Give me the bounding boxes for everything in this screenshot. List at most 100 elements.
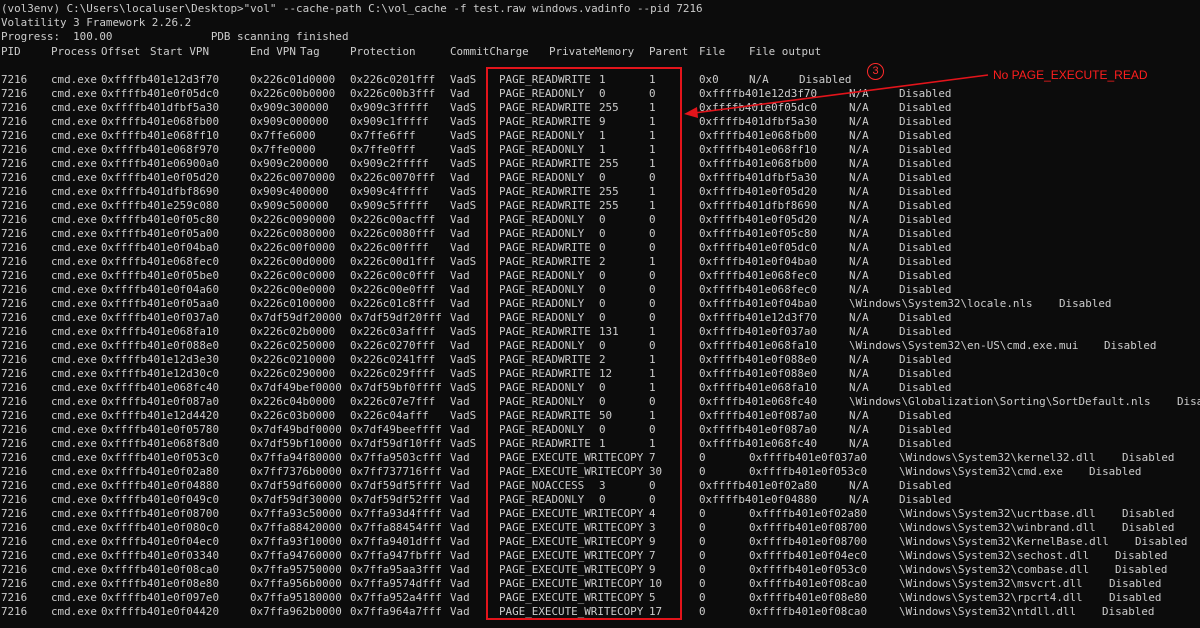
cell-process: cmd.exe bbox=[51, 325, 97, 338]
cell-start-vpn: 0x7df59df30000 bbox=[250, 493, 342, 506]
cell-process: cmd.exe bbox=[51, 423, 97, 436]
cell-end-vpn: 0x226c029ffff bbox=[350, 367, 436, 380]
cell-offset: 0xffffb401dfbf5a30 bbox=[101, 101, 220, 114]
cell-parent: 0xffffb401e0f05dc0 bbox=[699, 241, 818, 254]
cell-file: N/A bbox=[849, 185, 869, 198]
cell-tag: Vad bbox=[450, 591, 470, 604]
cell-private-memory: 0 bbox=[699, 549, 706, 562]
cell-end-vpn: 0x7df59df10fff bbox=[350, 437, 442, 450]
cell-file-output: Disabled bbox=[899, 241, 952, 254]
cell-offset: 0xffffb401e0f05aa0 bbox=[101, 297, 220, 310]
cell-pid: 7216 bbox=[1, 451, 28, 464]
cell-pid: 7216 bbox=[1, 157, 28, 170]
cell-offset: 0xffffb401e0f049c0 bbox=[101, 493, 220, 506]
cell-private-memory: 0 bbox=[699, 591, 706, 604]
cell-file-output: Disabled bbox=[899, 213, 952, 226]
cell-file-output: Disabled bbox=[899, 479, 952, 492]
cell-process: cmd.exe bbox=[51, 563, 97, 576]
cell-process: cmd.exe bbox=[51, 577, 97, 590]
cell-start-vpn: 0x909c500000 bbox=[250, 199, 329, 212]
cell-end-vpn: 0x7df59df20fff bbox=[350, 311, 442, 324]
cell-offset: 0xffffb401e0f04ba0 bbox=[101, 241, 220, 254]
cell-end-vpn: 0x226c01c8fff bbox=[350, 297, 436, 310]
cell-parent: 0xffffb401e0f08ca0 bbox=[749, 605, 868, 618]
cell-tag: VadS bbox=[450, 73, 477, 86]
cell-parent: 0xffffb401dfbf8690 bbox=[699, 199, 818, 212]
cell-parent: 0xffffb401e0f04ba0 bbox=[699, 255, 818, 268]
cell-parent: 0xffffb401e0f08ca0 bbox=[749, 577, 868, 590]
cell-end-vpn: 0x226c0201fff bbox=[350, 73, 436, 86]
cell-tag: VadS bbox=[450, 143, 477, 156]
cell-end-vpn: 0x226c00d1fff bbox=[350, 255, 436, 268]
cell-file: N/A bbox=[849, 353, 869, 366]
cell-offset: 0xffffb401e12d3f70 bbox=[101, 73, 220, 86]
cell-pid: 7216 bbox=[1, 143, 28, 156]
cell-pid: 7216 bbox=[1, 395, 28, 408]
cell-file-output: Disabled bbox=[1104, 339, 1157, 352]
cell-tag: Vad bbox=[450, 577, 470, 590]
cell-offset: 0xffffb401e12d3e30 bbox=[101, 353, 220, 366]
cell-parent: 0xffffb401e0f053c0 bbox=[749, 465, 868, 478]
cell-end-vpn: 0x909c5fffff bbox=[350, 199, 429, 212]
cell-file-output: Disabled bbox=[1109, 591, 1162, 604]
header-tag: Tag bbox=[300, 45, 320, 58]
cell-private-memory: 0 bbox=[699, 465, 706, 478]
cell-file-output: Disabled bbox=[899, 115, 952, 128]
cell-file: \Windows\System32\KernelBase.dll bbox=[899, 535, 1109, 548]
cell-tag: Vad bbox=[450, 311, 470, 324]
cell-file: N/A bbox=[849, 311, 869, 324]
cell-pid: 7216 bbox=[1, 283, 28, 296]
cell-start-vpn: 0x7ffa956b0000 bbox=[250, 577, 342, 590]
cell-file-output: Disabled bbox=[899, 325, 952, 338]
cell-file-output: Disabled bbox=[1089, 465, 1142, 478]
cell-parent: 0xffffb401e0f037a0 bbox=[699, 325, 818, 338]
cell-offset: 0xffffb401e068fec0 bbox=[101, 255, 220, 268]
cell-parent: 0xffffb401e12d3f70 bbox=[699, 311, 818, 324]
cell-file-output: Disabled bbox=[899, 185, 952, 198]
header-private-memory: PrivateMemory bbox=[549, 45, 635, 58]
cell-file-output: Disabled bbox=[899, 157, 952, 170]
cell-tag: VadS bbox=[450, 367, 477, 380]
header-process: Process bbox=[51, 45, 97, 58]
header-commit-charge: CommitCharge bbox=[450, 45, 529, 58]
cell-end-vpn: 0x226c00c0fff bbox=[350, 269, 436, 282]
cell-process: cmd.exe bbox=[51, 381, 97, 394]
cell-end-vpn: 0x7ffe6fff bbox=[350, 129, 416, 142]
cell-parent: 0xffffb401e0f087a0 bbox=[699, 409, 818, 422]
cell-parent: 0xffffb401e068fec0 bbox=[699, 283, 818, 296]
cell-offset: 0xffffb401e0f097e0 bbox=[101, 591, 220, 604]
cell-end-vpn: 0x226c00b3fff bbox=[350, 87, 436, 100]
cell-process: cmd.exe bbox=[51, 339, 97, 352]
cell-offset: 0xffffb401e0f04420 bbox=[101, 605, 220, 618]
cell-tag: VadS bbox=[450, 381, 477, 394]
cell-parent: 0xffffb401e068fb00 bbox=[699, 157, 818, 170]
cell-end-vpn: 0x226c07e7fff bbox=[350, 395, 436, 408]
cell-file-output: Disabled bbox=[1135, 535, 1188, 548]
cell-parent: 0xffffb401e0f02a80 bbox=[699, 479, 818, 492]
cell-tag: VadS bbox=[450, 185, 477, 198]
cell-pid: 7216 bbox=[1, 465, 28, 478]
cell-parent: 0xffffb401e0f05dc0 bbox=[699, 101, 818, 114]
cell-process: cmd.exe bbox=[51, 199, 97, 212]
cell-end-vpn: 0x7ffa9574dfff bbox=[350, 577, 442, 590]
cell-end-vpn: 0x7ffa93d4ffff bbox=[350, 507, 442, 520]
cell-end-vpn: 0x226c0241fff bbox=[350, 353, 436, 366]
cell-tag: Vad bbox=[450, 213, 470, 226]
cell-offset: 0xffffb401e068fc40 bbox=[101, 381, 220, 394]
cell-file-output: Disabled bbox=[899, 255, 952, 268]
cell-start-vpn: 0x226c00f0000 bbox=[250, 241, 336, 254]
cell-file-output: Disabled bbox=[899, 437, 952, 450]
cell-tag: Vad bbox=[450, 521, 470, 534]
cell-tag: Vad bbox=[450, 549, 470, 562]
cell-file-output: Disabled bbox=[899, 87, 952, 100]
cell-start-vpn: 0x7ff7376b0000 bbox=[250, 465, 342, 478]
cell-pid: 7216 bbox=[1, 241, 28, 254]
cell-file-output: Disabled bbox=[1059, 297, 1112, 310]
cell-end-vpn: 0x7ffa95aa3fff bbox=[350, 563, 442, 576]
cell-parent: 0xffffb401e0f08700 bbox=[749, 521, 868, 534]
cell-parent: 0xffffb401e068fc40 bbox=[699, 437, 818, 450]
cell-parent: 0xffffb401e0f04ec0 bbox=[749, 549, 868, 562]
cell-parent: 0xffffb401e0f053c0 bbox=[749, 563, 868, 576]
cell-offset: 0xffffb401e259c080 bbox=[101, 199, 220, 212]
cell-start-vpn: 0x7ffa95180000 bbox=[250, 591, 342, 604]
